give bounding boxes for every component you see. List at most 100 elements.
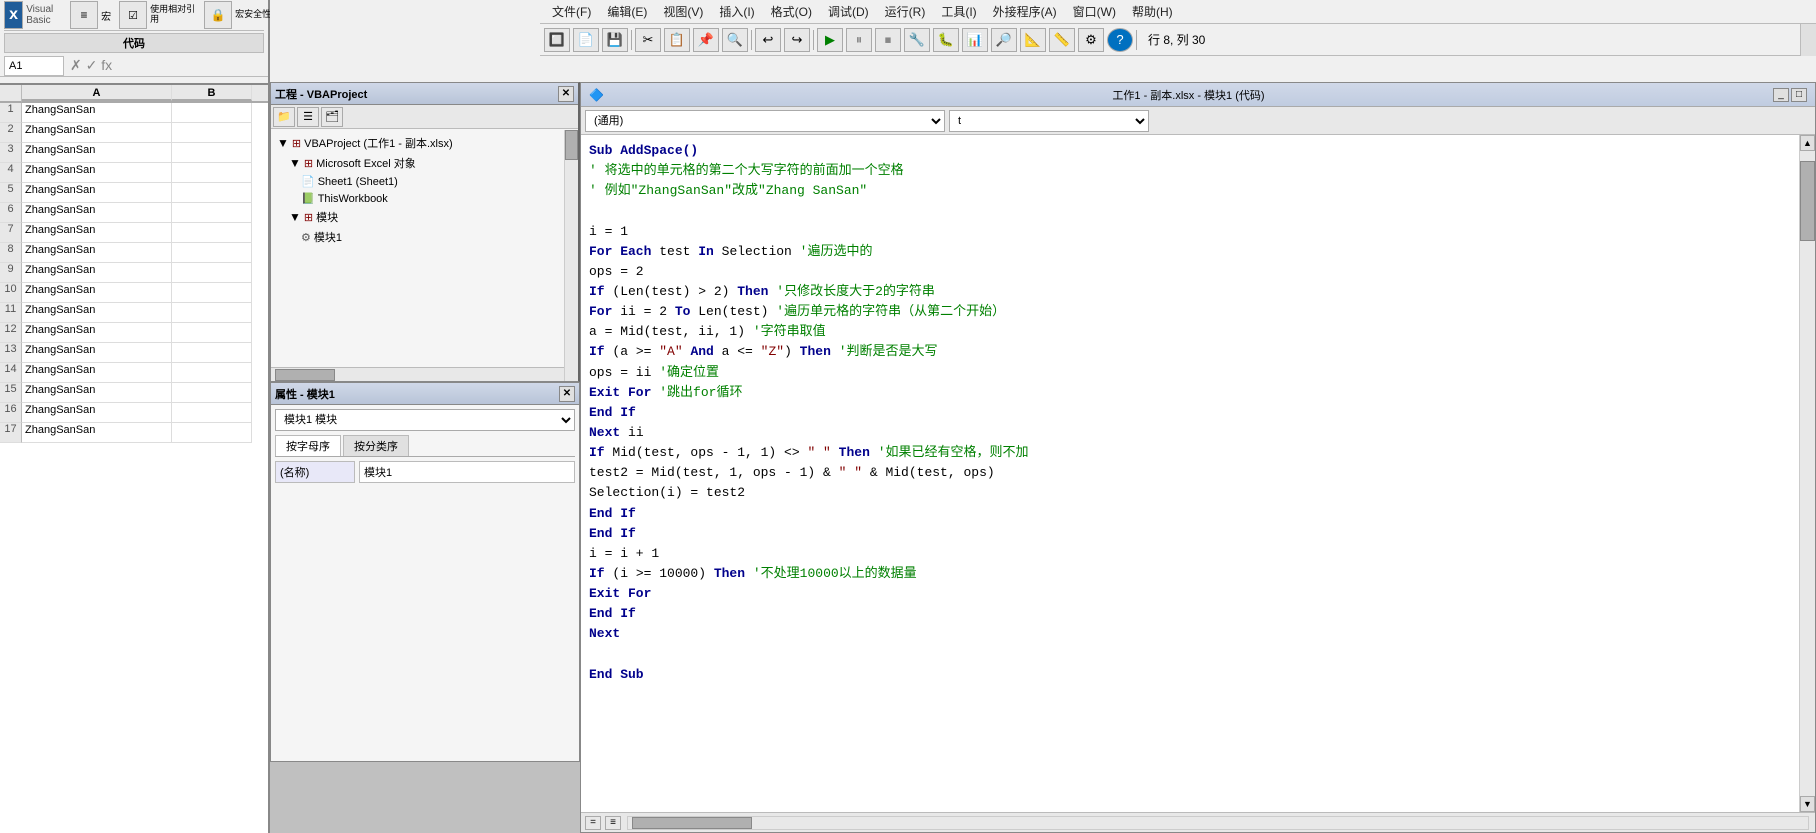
cell-a-11[interactable]: ZhangSanSan — [22, 303, 172, 323]
vba-menu-帮助(H)[interactable]: 帮助(H) — [1124, 1, 1181, 22]
cell-a-2[interactable]: ZhangSanSan — [22, 123, 172, 143]
cell-b-13[interactable] — [172, 343, 252, 363]
tb-paste[interactable]: 📌 — [693, 28, 719, 52]
restore-btn[interactable]: □ — [1791, 88, 1807, 102]
vba-menu-调试(D)[interactable]: 调试(D) — [820, 1, 877, 22]
tab-alpha[interactable]: 按字母序 — [275, 435, 341, 456]
tb-debug2[interactable]: 📊 — [962, 28, 988, 52]
cell-b-11[interactable] — [172, 303, 252, 323]
vba-menu-编辑(E)[interactable]: 编辑(E) — [599, 1, 655, 22]
tb-save[interactable]: 💾 — [602, 28, 628, 52]
tb-design[interactable]: 🔧 — [904, 28, 930, 52]
cell-b-8[interactable] — [172, 243, 252, 263]
thisworkbook-label: ThisWorkbook — [318, 193, 388, 205]
cell-a-9[interactable]: ZhangSanSan — [22, 263, 172, 283]
cell-ref-box[interactable]: A1 — [4, 56, 64, 76]
tb-debug1[interactable]: 🐛 — [933, 28, 959, 52]
tb-view-excel[interactable]: 🔲 — [544, 28, 570, 52]
vba-menu-文件(F)[interactable]: 文件(F) — [544, 1, 599, 22]
cell-b-9[interactable] — [172, 263, 252, 283]
vba-menu-格式(O)[interactable]: 格式(O) — [763, 1, 820, 22]
cell-a-3[interactable]: ZhangSanSan — [22, 143, 172, 163]
cell-a-7[interactable]: ZhangSanSan — [22, 223, 172, 243]
cell-a-12[interactable]: ZhangSanSan — [22, 323, 172, 343]
cell-a-16[interactable]: ZhangSanSan — [22, 403, 172, 423]
vba-menu-视图(V)[interactable]: 视图(V) — [655, 1, 711, 22]
vba-menu-插入(I)[interactable]: 插入(I) — [711, 1, 762, 22]
tb-insert[interactable]: 📄 — [573, 28, 599, 52]
tb-redo[interactable]: ↪ — [784, 28, 810, 52]
tree-modules[interactable]: ▼ ⊞ 模块 — [287, 207, 574, 227]
scope-dropdown[interactable]: (通用) — [585, 110, 945, 132]
tb-pause[interactable]: ⏸ — [846, 28, 872, 52]
cell-b-12[interactable] — [172, 323, 252, 343]
vba-menu-运行(R)[interactable]: 运行(R) — [877, 1, 934, 22]
tb-help[interactable]: ? — [1107, 28, 1133, 52]
tree-vbaproject[interactable]: ▼ ⊞ VBAProject (工作1 - 副本.xlsx) — [275, 133, 574, 153]
proc-dropdown[interactable]: t — [949, 110, 1149, 132]
tree-excel-objects[interactable]: ▼ ⊞ Microsoft Excel 对象 — [287, 153, 574, 173]
tree-thisworkbook[interactable]: 📗 ThisWorkbook — [299, 190, 574, 207]
cell-a-17[interactable]: ZhangSanSan — [22, 423, 172, 443]
split-btn2[interactable]: ≡ — [605, 816, 621, 830]
cell-b-3[interactable] — [172, 143, 252, 163]
security-btn[interactable]: 🔒 — [204, 1, 232, 29]
tb-undo[interactable]: ↩ — [755, 28, 781, 52]
tb-debug3[interactable]: 🔎 — [991, 28, 1017, 52]
proj-list-btn[interactable]: ☰ — [297, 107, 319, 127]
props-close[interactable]: ✕ — [559, 386, 575, 402]
excel-icon[interactable]: x — [4, 1, 23, 29]
proj-search-btn[interactable]: 🗂 — [321, 107, 343, 127]
proj-horiz-scrollbar[interactable] — [271, 367, 564, 381]
tb-run[interactable]: ▶ — [817, 28, 843, 52]
vba-menu-工具(I)[interactable]: 工具(I) — [933, 1, 984, 22]
vba-menu-外接程序(A)[interactable]: 外接程序(A) — [985, 1, 1065, 22]
cell-a-15[interactable]: ZhangSanSan — [22, 383, 172, 403]
cell-b-4[interactable] — [172, 163, 252, 183]
tb-stop[interactable]: ⏹ — [875, 28, 901, 52]
tb-find[interactable]: 🔍 — [722, 28, 748, 52]
cell-a-6[interactable]: ZhangSanSan — [22, 203, 172, 223]
cell-b-7[interactable] — [172, 223, 252, 243]
toolbar-scrollbar[interactable] — [1800, 24, 1816, 56]
cell-a-8[interactable]: ZhangSanSan — [22, 243, 172, 263]
ref-btn[interactable]: ☑ — [119, 1, 147, 29]
cell-a-13[interactable]: ZhangSanSan — [22, 343, 172, 363]
cell-a-14[interactable]: ZhangSanSan — [22, 363, 172, 383]
code-hscrollbar[interactable] — [627, 816, 1809, 830]
cell-a-4[interactable]: ZhangSanSan — [22, 163, 172, 183]
code-vscrollbar[interactable]: ▲ ▼ — [1799, 135, 1815, 812]
macro-btn[interactable]: ≡ — [70, 1, 98, 29]
code-display[interactable]: Sub AddSpace() ' 将选中的单元格的第二个大写字符的前面加一个空格… — [581, 135, 1799, 812]
cell-b-5[interactable] — [172, 183, 252, 203]
cell-b-2[interactable] — [172, 123, 252, 143]
scroll-up[interactable]: ▲ — [1800, 135, 1815, 151]
tb-debug5[interactable]: 📏 — [1049, 28, 1075, 52]
cell-a-5[interactable]: ZhangSanSan — [22, 183, 172, 203]
tree-sheet1[interactable]: 📄 Sheet1 (Sheet1) — [299, 173, 574, 190]
cell-b-6[interactable] — [172, 203, 252, 223]
cell-b-16[interactable] — [172, 403, 252, 423]
proj-vert-scrollbar[interactable] — [564, 130, 578, 381]
tb-debug4[interactable]: 📐 — [1020, 28, 1046, 52]
cell-b-1[interactable] — [172, 103, 252, 123]
vba-menu-窗口(W)[interactable]: 窗口(W) — [1065, 1, 1124, 22]
cell-b-10[interactable] — [172, 283, 252, 303]
cell-a-1[interactable]: ZhangSanSan — [22, 103, 172, 123]
scroll-track — [1800, 151, 1815, 796]
cell-b-14[interactable] — [172, 363, 252, 383]
project-panel-close[interactable]: ✕ — [558, 86, 574, 102]
props-select[interactable]: 模块1 模块 — [275, 409, 575, 431]
tb-copy[interactable]: 📋 — [664, 28, 690, 52]
cell-b-17[interactable] — [172, 423, 252, 443]
minimize-btn[interactable]: _ — [1773, 88, 1789, 102]
tab-category[interactable]: 按分类序 — [343, 435, 409, 456]
cell-b-15[interactable] — [172, 383, 252, 403]
tb-cut[interactable]: ✂ — [635, 28, 661, 52]
tb-debug6[interactable]: ⚙ — [1078, 28, 1104, 52]
scroll-down[interactable]: ▼ — [1800, 796, 1815, 812]
split-btn1[interactable]: = — [585, 816, 601, 830]
tree-module1[interactable]: ⚙ 模块1 — [299, 227, 574, 247]
cell-a-10[interactable]: ZhangSanSan — [22, 283, 172, 303]
proj-folder-btn[interactable]: 📁 — [273, 107, 295, 127]
